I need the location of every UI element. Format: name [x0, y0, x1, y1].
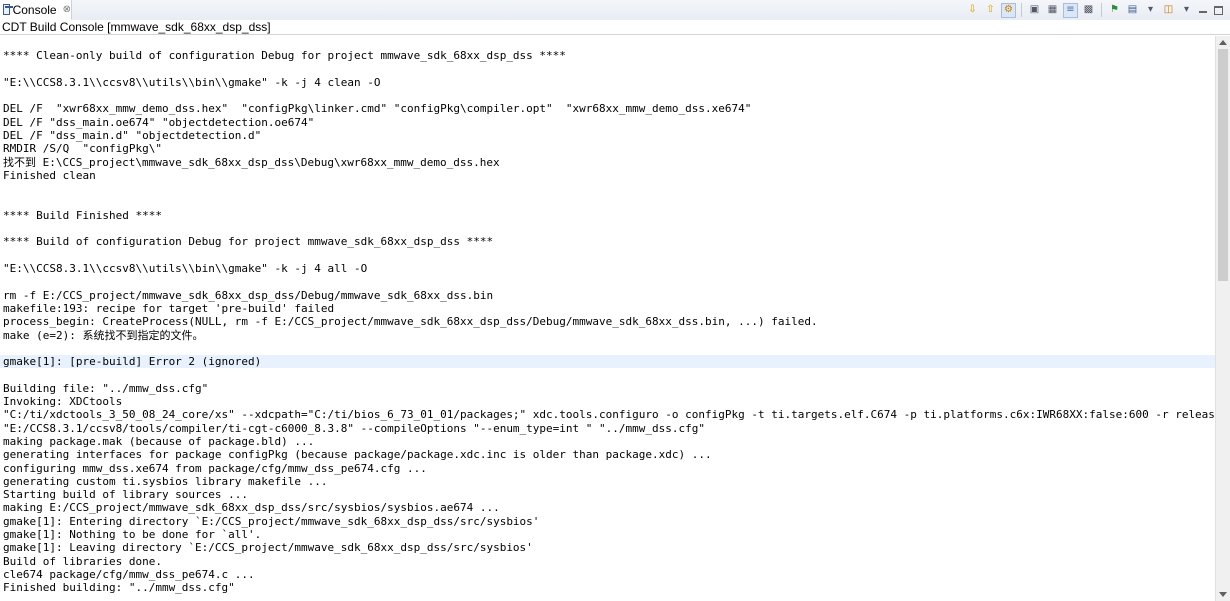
- scrollbar-thumb[interactable]: [1218, 49, 1228, 281]
- scroll-up-icon[interactable]: ⇧: [983, 3, 998, 18]
- console-output[interactable]: **** Clean-only build of configuration D…: [0, 36, 1215, 601]
- toolbar-separator: [1101, 3, 1102, 17]
- console-line: Build of libraries done.: [3, 554, 162, 568]
- console-line: DEL /F "dss_main.d" "objectdetection.d": [3, 129, 262, 143]
- console-line: "E:/CCS8.3.1/ccsv8/tools/compiler/ti-cgt…: [3, 421, 705, 435]
- console-line: making package.mak (because of package.b…: [3, 434, 315, 448]
- console-line: makefile:193: recipe for target 'pre-bui…: [3, 301, 335, 315]
- word-wrap-icon[interactable]: ≡: [1063, 2, 1078, 18]
- console-line: cle674 package/cfg/mmw_dss_pe674.c ...: [3, 567, 255, 581]
- pin-icon[interactable]: ⚙: [1001, 2, 1016, 18]
- console-icon: [3, 4, 13, 15]
- console-line: configuring mmw_dss.xe674 from package/c…: [3, 461, 427, 475]
- console-line: Finished building: "../mmw_dss.cfg": [3, 581, 235, 595]
- console-title: CDT Build Console [mmwave_sdk_68xx_dsp_d…: [0, 20, 1230, 35]
- console-line: Starting build of library sources ...: [3, 488, 249, 502]
- console-line: "C:/ti/xdctools_3_50_08_24_core/xs" --xd…: [3, 408, 1215, 422]
- clear-console-icon[interactable]: ▣: [1027, 3, 1042, 18]
- scroll-down-arrow-icon[interactable]: [1219, 592, 1227, 597]
- maximize-icon[interactable]: [1212, 3, 1224, 18]
- scroll-down-icon[interactable]: ⇩: [965, 3, 980, 18]
- view-menu-icon[interactable]: ▾: [1179, 3, 1194, 18]
- console-line: **** Build Finished ****: [3, 208, 162, 222]
- console-line: gmake[1]: Leaving directory `E:/CCS_proj…: [3, 541, 533, 555]
- console-line: **** Clean-only build of configuration D…: [3, 49, 566, 63]
- new-console-icon[interactable]: ◫: [1161, 3, 1176, 18]
- console-line: process_begin: CreateProcess(NULL, rm -f…: [3, 315, 818, 329]
- vertical-scrollbar[interactable]: [1215, 36, 1230, 601]
- minimize-icon[interactable]: [1197, 3, 1209, 18]
- console-line: 找不到 E:\CCS_project\mmwave_sdk_68xx_dsp_d…: [3, 155, 500, 169]
- scroll-up-arrow-icon[interactable]: [1219, 40, 1227, 45]
- console-line: Finished clean: [3, 168, 96, 182]
- console-line: DEL /F "xwr68xx_mmw_demo_dss.hex" "confi…: [3, 102, 752, 116]
- console-line: making E:/CCS_project/mmwave_sdk_68xx_ds…: [3, 501, 500, 515]
- console-line: generating custom ti.sysbios library mak…: [3, 474, 328, 488]
- console-line: gmake[1]: [pre-build] Error 2 (ignored): [0, 355, 1215, 369]
- tab-console-label: Console: [12, 2, 57, 17]
- show-console-icon[interactable]: ▩: [1081, 3, 1096, 18]
- console-line: generating interfaces for package config…: [3, 448, 712, 462]
- console-line: make (e=2): 系统找不到指定的文件。: [3, 328, 204, 342]
- console-line: "E:\\CCS8.3.1\\ccsv8\\utils\\bin\\gmake"…: [3, 262, 368, 276]
- console-line: Invoking: XDCtools: [3, 395, 123, 409]
- console-line: gmake[1]: Entering directory `E:/CCS_pro…: [3, 514, 540, 528]
- tab-console[interactable]: Console ⊗: [0, 0, 72, 20]
- toolbar-separator: [1021, 3, 1022, 17]
- console-line: DEL /F "dss_main.oe674" "objectdetection…: [3, 115, 315, 129]
- close-icon[interactable]: ⊗: [63, 4, 71, 15]
- console-line: gmake[1]: Nothing to be done for `all'.: [3, 527, 262, 541]
- console-line: Building file: "../mmw_dss.cfg": [3, 381, 209, 395]
- console-line: **** Build of configuration Debug for pr…: [3, 235, 494, 249]
- console-line: "E:\\CCS8.3.1\\ccsv8\\utils\\bin\\gmake"…: [3, 75, 381, 89]
- console-line: RMDIR /S/Q "configPkg\": [3, 142, 162, 156]
- chevron-down-icon[interactable]: ▾: [1143, 3, 1158, 18]
- console-line: rm -f E:/CCS_project/mmwave_sdk_68xx_dsp…: [3, 288, 494, 302]
- console-toolbar: ⇩ ⇧ ⚙ ▣ ▦ ≡ ▩ ⚑ ▤ ▾ ◫ ▾: [965, 2, 1224, 18]
- scroll-lock-icon[interactable]: ▦: [1045, 3, 1060, 18]
- display-selected-console-icon[interactable]: ▤: [1125, 3, 1140, 18]
- view-tab-bar: Console ⊗ ⇩ ⇧ ⚙ ▣ ▦ ≡ ▩ ⚑ ▤ ▾ ◫ ▾: [0, 0, 1230, 21]
- open-console-icon[interactable]: ⚑: [1107, 3, 1122, 18]
